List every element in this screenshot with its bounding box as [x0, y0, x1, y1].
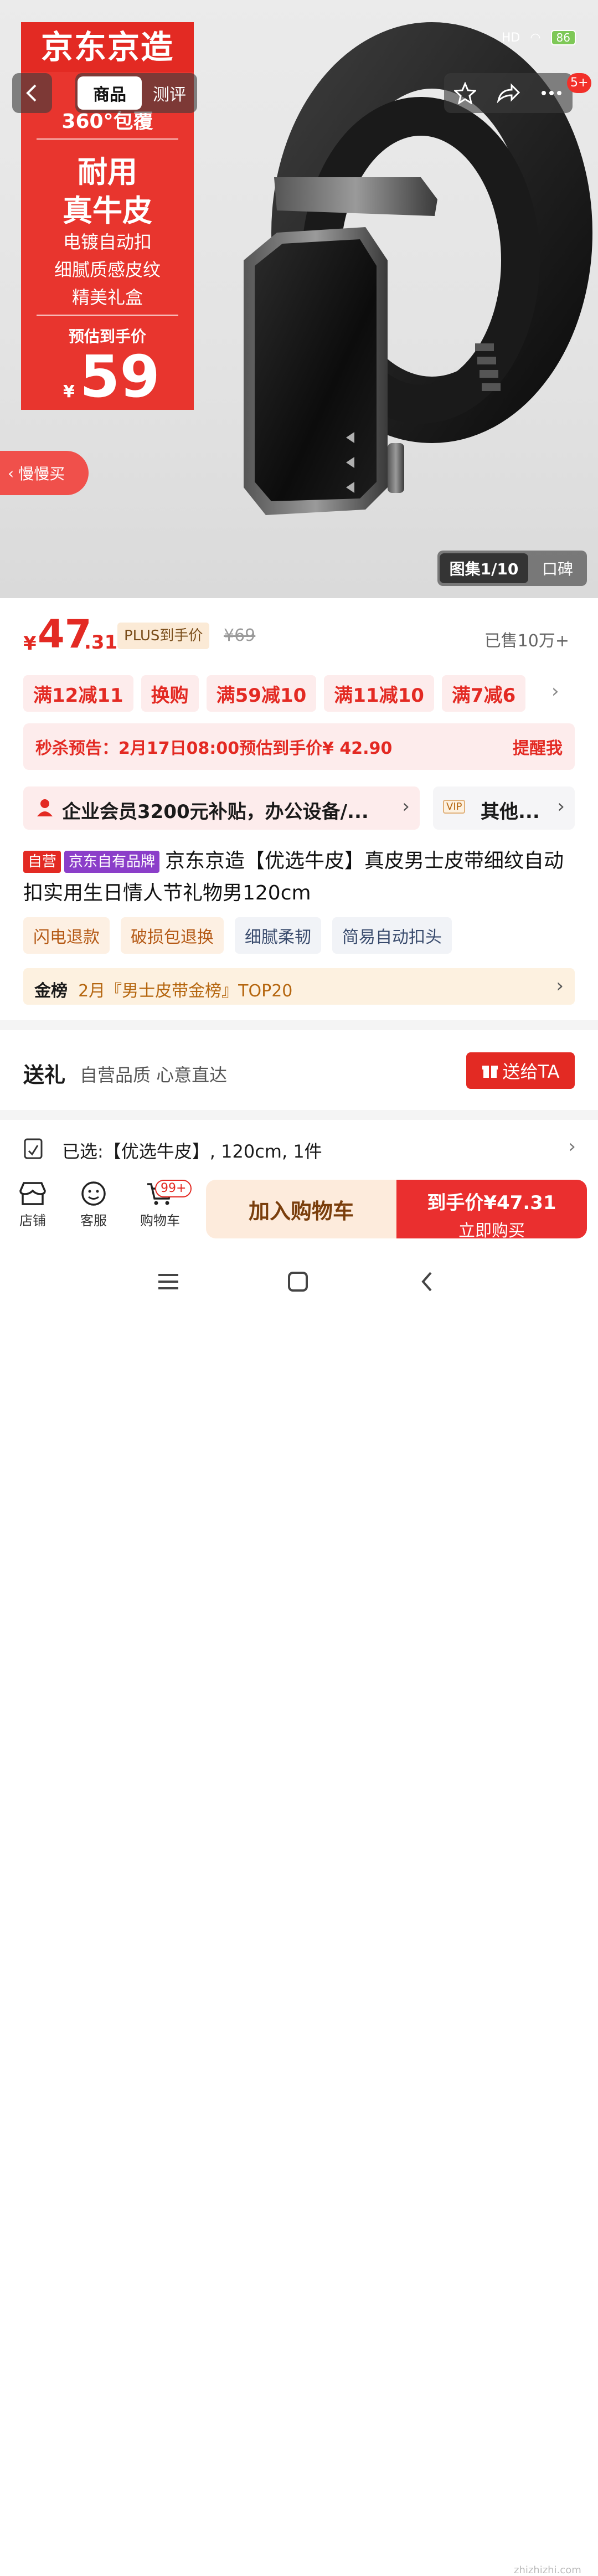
- own-brand-tag: 京东自有品牌: [64, 851, 160, 873]
- service-tag[interactable]: 破损包退换: [121, 917, 224, 954]
- store-button[interactable]: 店铺: [8, 1181, 58, 1229]
- feature-tag[interactable]: 细腻柔韧: [235, 917, 321, 954]
- price-currency: ¥: [23, 633, 37, 655]
- promo-chip[interactable]: 换购: [141, 675, 199, 712]
- ranking-label: 金榜: [34, 981, 68, 1001]
- more-icon[interactable]: [540, 90, 563, 96]
- store-label: 店铺: [19, 1213, 46, 1228]
- send-gift-label: 送给TA: [502, 1061, 560, 1082]
- price-row: ¥ 47 .31 PLUS到手价 ¥69 已售10万+: [0, 611, 598, 665]
- tab-review[interactable]: 测评: [144, 76, 195, 110]
- price-integer: 47: [38, 611, 92, 657]
- watermark: zhizhizhi.com: [514, 2564, 581, 2576]
- vip-other-text: 其他...: [481, 801, 540, 823]
- customer-service-button[interactable]: 客服: [69, 1181, 118, 1229]
- battery-icon: 86: [550, 30, 576, 45]
- system-navigation-bar: zhizhizhi.com: [0, 1257, 598, 2576]
- send-gift-button[interactable]: 送给TA: [466, 1052, 575, 1089]
- chevron-right-icon: ›: [556, 975, 564, 997]
- brand-logo: 京东京造: [21, 22, 194, 72]
- banner-line: 耐用: [78, 155, 137, 189]
- banner-line: 精美礼盒: [71, 287, 143, 308]
- buy-now-button[interactable]: 到手价¥47.31 立即购买: [396, 1180, 587, 1241]
- service-tag[interactable]: 闪电退款: [23, 917, 110, 954]
- remind-me-button[interactable]: 提醒我: [513, 734, 563, 759]
- status-bar: HD ◠ 86: [502, 30, 576, 45]
- banner-price: 59: [80, 343, 160, 410]
- chevron-left-icon: ‹: [8, 464, 14, 482]
- banner-yen: ¥: [63, 382, 75, 402]
- original-price: ¥69: [224, 626, 256, 645]
- sold-count: 已售10万+: [484, 631, 569, 651]
- gift-subtitle: 自营品质 心意直达: [80, 1065, 228, 1086]
- price-decimal: .31: [84, 631, 118, 654]
- share-icon[interactable]: [496, 82, 520, 104]
- gift-section: 送礼 自营品质 心意直达 送给TA: [0, 1036, 598, 1108]
- slow-buy-label: 慢慢买: [18, 465, 65, 483]
- product-image-carousel[interactable]: 京东京造 360°包覆 耐用 真牛皮 电镀自动扣 细腻质感皮纹 精美礼盒 预估到…: [0, 0, 598, 598]
- gallery-tab[interactable]: 图集1/10: [440, 553, 528, 583]
- bottom-action-bar: 店铺 客服 购物车 99+ 加入购物车 到手价¥47.31 立即购买: [0, 1173, 598, 1245]
- self-operated-tag: 自营: [23, 851, 61, 873]
- home-icon[interactable]: [286, 1271, 310, 1293]
- enterprise-banner[interactable]: 企业会员3200元补贴，办公设备/... ›: [23, 786, 420, 830]
- chevron-right-icon: ›: [557, 795, 565, 817]
- back-icon[interactable]: [419, 1271, 435, 1293]
- chevron-right-icon[interactable]: ›: [551, 680, 559, 702]
- section-divider: [0, 1110, 598, 1120]
- ranking-banner[interactable]: 金榜 2月『男士皮带金榜』TOP20 ›: [23, 968, 575, 1005]
- customer-service-icon: [81, 1181, 106, 1206]
- user-icon: [37, 799, 53, 816]
- feature-tag[interactable]: 简易自动扣头: [332, 917, 452, 954]
- cart-label: 购物车: [140, 1213, 180, 1228]
- store-icon: [19, 1182, 46, 1205]
- customer-service-label: 客服: [80, 1213, 107, 1228]
- flash-sale-banner[interactable]: 秒杀预告：2月17日08:00预估到手价¥ 42.90 提醒我: [23, 723, 575, 770]
- buy-now-label: 立即购买: [458, 1221, 525, 1241]
- menu-icon[interactable]: [156, 1271, 181, 1293]
- star-icon[interactable]: [454, 82, 476, 104]
- banner-line: 电镀自动扣: [63, 232, 152, 253]
- gallery-switch: 图集1/10 口碑: [437, 551, 587, 586]
- slow-buy-button[interactable]: ‹ 慢慢买: [0, 451, 89, 495]
- buy-price: 到手价¥47.31: [427, 1192, 556, 1214]
- message-badge: 5+: [567, 73, 592, 93]
- promo-chip[interactable]: 满7减6: [441, 675, 526, 712]
- vip-other-banner[interactable]: VIP 其他... ›: [433, 786, 575, 830]
- wifi-icon: ◠: [530, 30, 541, 45]
- service-tags: 闪电退款 破损包退换 细腻柔韧 简易自动扣头: [23, 917, 452, 954]
- plus-price-tag: PLUS到手价: [117, 623, 210, 649]
- promo-chip[interactable]: 满12减11: [23, 675, 133, 712]
- chevron-right-icon: ›: [402, 795, 410, 817]
- section-divider: [0, 1020, 598, 1030]
- gift-heading: 送礼: [23, 1063, 66, 1087]
- ranking-text: 2月『男士皮带金榜』TOP20: [78, 981, 293, 1001]
- top-tabs: 商品 测评: [75, 73, 197, 113]
- chevron-left-icon: [26, 84, 37, 102]
- promo-chip[interactable]: 满11减10: [324, 675, 434, 712]
- promo-chips: 满12减11 换购 满59减10 满11减10 满7减6: [23, 675, 577, 712]
- vip-badge: VIP: [443, 800, 466, 814]
- chevron-right-icon: ›: [568, 1135, 576, 1158]
- gift-icon: [482, 1066, 498, 1078]
- promo-chip[interactable]: 满59减10: [206, 675, 317, 712]
- network-indicator: HD: [501, 30, 520, 45]
- banner-line: 真牛皮: [63, 193, 152, 228]
- flash-sale-text: 秒杀预告：2月17日08:00预估到手价¥ 42.90: [35, 739, 393, 758]
- selected-spec-row[interactable]: 已选:【优选牛皮】, 120cm, 1件 ›: [0, 1124, 598, 1174]
- enterprise-text: 企业会员3200元补贴，办公设备/...: [62, 801, 369, 823]
- product-title: 自营 京东自有品牌 京东京造【优选牛皮】真皮男士皮带细纹自动扣实用生日情人节礼物男1…: [23, 845, 575, 909]
- reviews-tab[interactable]: 口碑: [530, 553, 585, 583]
- back-button[interactable]: [12, 73, 52, 113]
- cart-count-badge: 99+: [155, 1180, 192, 1197]
- selected-spec-text: 已选:【优选牛皮】, 120cm, 1件: [62, 1141, 322, 1162]
- top-actions: [444, 73, 573, 113]
- banner-line: 细腻质感皮纹: [54, 259, 161, 280]
- tab-product[interactable]: 商品: [78, 76, 142, 110]
- spec-icon: [24, 1138, 43, 1159]
- add-to-cart-button[interactable]: 加入购物车: [206, 1180, 396, 1238]
